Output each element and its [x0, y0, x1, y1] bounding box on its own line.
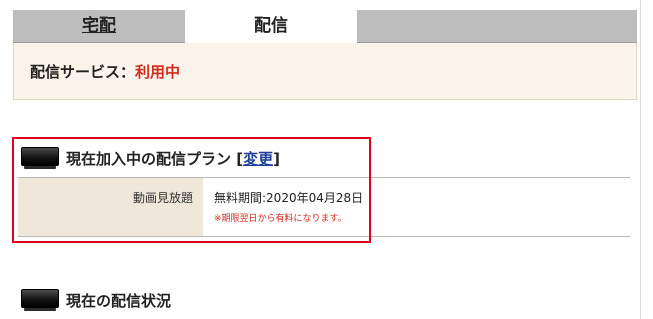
status-label: 配信サービス：: [30, 63, 136, 81]
tab-streaming[interactable]: 配信: [185, 10, 357, 43]
tab-home-delivery-label[interactable]: 宅配: [82, 16, 116, 36]
page-right-divider: [640, 0, 641, 319]
delivery-status-heading: 現在の配信状況: [20, 287, 171, 313]
tv-icon: [20, 288, 60, 312]
streaming-status-panel: 配信サービス：利用中: [13, 43, 637, 100]
delivery-status-title: 現在の配信状況: [66, 291, 172, 310]
tab-bar-filler: [357, 10, 637, 43]
tab-home-delivery[interactable]: 宅配: [13, 10, 185, 43]
highlight-box: [12, 137, 371, 243]
tab-streaming-label: 配信: [254, 16, 288, 36]
status-value: 利用中: [135, 63, 181, 81]
service-tabs: 宅配 配信: [13, 10, 637, 43]
